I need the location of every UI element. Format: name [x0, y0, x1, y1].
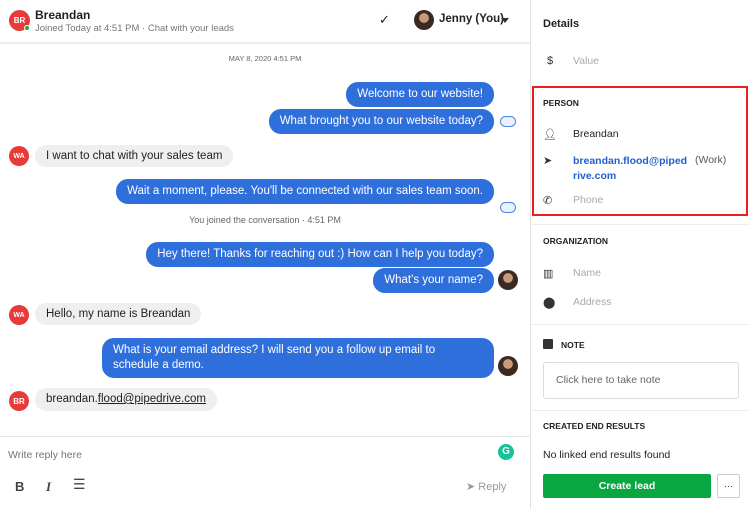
note-icon: [543, 339, 553, 349]
agent-avatar: [414, 10, 434, 30]
email-type: (Work): [695, 154, 727, 166]
agent-avatar: [498, 356, 518, 376]
message-outgoing: What brought you to our website today?: [268, 109, 494, 134]
contact-avatar: BR: [9, 391, 29, 411]
bot-icon: [500, 202, 516, 213]
person-icon: 👤︎: [543, 129, 557, 141]
email-prefix: breandan.: [46, 393, 98, 405]
note-heading: NOTE: [561, 340, 585, 350]
more-button[interactable]: ···: [717, 474, 740, 498]
email-link[interactable]: flood@pipedrive.com: [98, 393, 206, 405]
bot-icon: [500, 116, 516, 127]
agent-name[interactable]: Jenny (You): [439, 13, 504, 25]
bold-button[interactable]: B: [15, 479, 24, 494]
person-heading: PERSON: [543, 98, 579, 108]
reply-button[interactable]: ➤ Reply: [466, 480, 506, 493]
message-incoming: Hello, my name is Breandan: [35, 303, 202, 325]
message-outgoing: What is your email address? I will send …: [102, 338, 494, 378]
online-status-dot: [24, 25, 30, 31]
message-outgoing: Welcome to our website!: [346, 82, 494, 107]
dollar-icon: $: [547, 55, 554, 67]
location-icon: ⬤: [543, 297, 556, 309]
composer-divider: [0, 436, 530, 437]
person-email[interactable]: breandan.flood@pipedrive.com: [573, 154, 691, 184]
address-field[interactable]: Address: [573, 296, 612, 308]
message-outgoing: Hey there! Thanks for reaching out :) Ho…: [146, 242, 494, 267]
agent-avatar: [498, 270, 518, 290]
end-results-empty: No linked end results found: [543, 449, 671, 461]
divider: [531, 324, 750, 325]
org-name-field[interactable]: Name: [573, 267, 601, 279]
details-title: Details: [543, 18, 580, 30]
reply-label: Reply: [478, 481, 507, 493]
send-icon: ➤: [466, 481, 476, 493]
joined-text: Joined Today at 4:51 PM: [35, 23, 140, 34]
details-panel: Details $ Value PERSON 👤︎ Breandan ➤ breand…: [530, 0, 750, 509]
send-icon: ➤: [543, 155, 553, 167]
phone-field[interactable]: Phone: [573, 194, 603, 206]
create-lead-button[interactable]: Create lead: [543, 474, 711, 498]
message-incoming: breandan.flood@pipedrive.com: [35, 388, 217, 411]
reply-input[interactable]: [8, 446, 488, 464]
visitor-avatar: WA: [9, 305, 29, 325]
system-message: You joined the conversation · 4:51 PM: [189, 215, 341, 225]
list-button[interactable]: ☰: [73, 476, 86, 493]
contact-subtitle: Joined Today at 4:51 PM · Chat with your…: [35, 23, 234, 34]
grammarly-icon[interactable]: G: [498, 444, 514, 460]
phone-icon: ✆: [543, 195, 553, 207]
italic-button[interactable]: I: [46, 479, 51, 495]
message-incoming: I want to chat with your sales team: [35, 145, 234, 167]
message-outgoing: What's your name?: [373, 268, 494, 293]
channel-text: · Chat with your leads: [142, 23, 234, 34]
note-input[interactable]: Click here to take note: [543, 362, 739, 399]
visitor-avatar: WA: [9, 146, 29, 166]
organization-heading: ORGANIZATION: [543, 236, 609, 246]
divider: [531, 224, 750, 225]
header-divider: [0, 42, 530, 44]
end-results-heading: CREATED END RESULTS: [543, 421, 646, 431]
building-icon: ▥: [543, 268, 554, 280]
person-name[interactable]: Breandan: [573, 128, 619, 140]
divider: [531, 410, 750, 411]
contact-name: Breandan: [35, 8, 91, 22]
date-separator: MAY 8, 2020 4:51 PM: [228, 54, 302, 63]
message-outgoing: Wait a moment, please. You'll be connect…: [116, 179, 494, 204]
value-field[interactable]: Value: [573, 55, 599, 67]
checkmark-icon[interactable]: ✓: [379, 12, 390, 28]
chevron-down-icon[interactable]: [501, 18, 509, 27]
